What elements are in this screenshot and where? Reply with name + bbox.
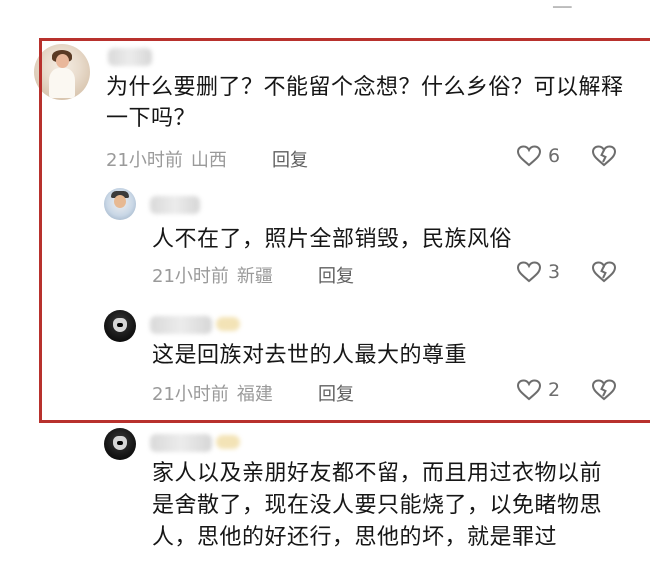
broken-heart-icon xyxy=(591,145,617,167)
top-clipped-element: ▁▁ xyxy=(553,0,572,8)
reply-button[interactable]: 回复 xyxy=(318,262,354,288)
comment-time: 21小时前 xyxy=(152,384,229,405)
comment-thread-screen: ▁▁ 为什么要删了？不能留个念想？什么乡俗？可以解释一下吗？ 21小时前 山西 回… xyxy=(0,0,650,583)
user-badge xyxy=(216,317,240,331)
reply-button[interactable]: 回复 xyxy=(272,146,308,172)
comment-time: 21小时前 xyxy=(152,266,229,287)
comment-region: 新疆 xyxy=(236,266,273,287)
reply-text: 人不在了，照片全部销毁，民族风俗 xyxy=(152,227,513,252)
like-count: 6 xyxy=(548,145,561,167)
user-badge xyxy=(216,435,240,449)
reply-text: 这是回族对去世的人最大的尊重 xyxy=(152,343,468,368)
broken-heart-icon xyxy=(591,379,617,401)
dislike-button[interactable] xyxy=(591,145,617,171)
heart-outline-icon xyxy=(516,261,542,283)
comment-region: 山西 xyxy=(190,150,227,171)
username-blurred[interactable] xyxy=(150,316,212,334)
like-count: 3 xyxy=(548,261,561,283)
comment-text: 为什么要删了？不能留个念想？什么乡俗？可以解释一下吗？ xyxy=(106,75,624,131)
reply-button[interactable]: 回复 xyxy=(318,380,354,406)
dislike-button[interactable] xyxy=(591,379,617,405)
comment-time: 21小时前 xyxy=(106,150,183,171)
comment-meta: 21小时前 山西 xyxy=(106,146,227,172)
avatar[interactable] xyxy=(104,310,136,342)
like-button[interactable]: 2 xyxy=(516,379,560,401)
username-blurred[interactable] xyxy=(150,196,200,214)
heart-outline-icon xyxy=(516,145,542,167)
comment-region: 福建 xyxy=(236,384,273,405)
reply-text: 家人以及亲朋好友都不留，而且用过衣物以前是舍散了，现在没人要只能烧了，以免睹物思… xyxy=(152,461,603,550)
username-blurred[interactable] xyxy=(150,434,212,452)
broken-heart-icon xyxy=(591,261,617,283)
avatar[interactable] xyxy=(104,428,136,460)
like-button[interactable]: 3 xyxy=(516,261,560,283)
username-blurred[interactable] xyxy=(108,48,152,66)
avatar[interactable] xyxy=(104,188,136,220)
avatar[interactable] xyxy=(34,44,90,100)
heart-outline-icon xyxy=(516,379,542,401)
like-button[interactable]: 6 xyxy=(516,145,560,167)
like-count: 2 xyxy=(548,379,561,401)
dislike-button[interactable] xyxy=(591,261,617,287)
comment-meta: 21小时前 新疆 xyxy=(152,262,273,288)
comment-meta: 21小时前 福建 xyxy=(152,380,273,406)
